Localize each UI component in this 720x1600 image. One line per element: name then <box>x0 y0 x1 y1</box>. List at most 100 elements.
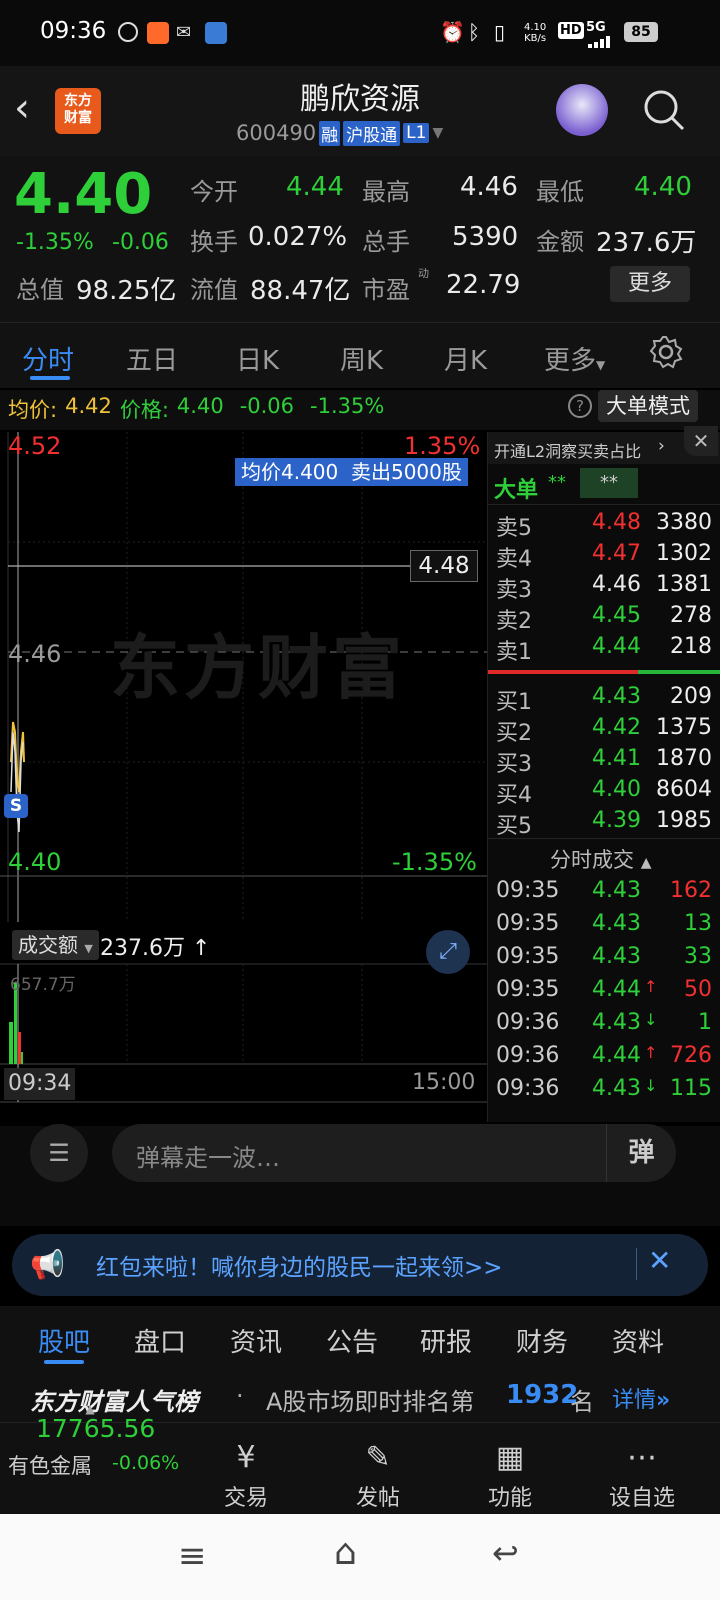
tab-more-label: 更多 <box>544 346 597 376</box>
change-pct: -1.35% <box>16 230 94 255</box>
tab-research[interactable]: 研报 <box>420 1322 472 1359</box>
add-watchlist-button[interactable]: ⋯ 设自选 <box>592 1440 692 1512</box>
index-value[interactable]: 17765.56 <box>36 1414 155 1443</box>
intraday-chart[interactable]: 东方财富 4.52 1.35% 均价4.400 卖出5000股 4.48 4.4… <box>0 432 487 922</box>
crosshair-tooltip: 均价4.400 卖出5000股 <box>235 458 468 486</box>
mid-price-label: 4.46 <box>8 640 62 668</box>
bid-row[interactable]: 买3 4.41 1870 <box>496 746 716 778</box>
danmu-settings-icon[interactable]: ☰ <box>30 1124 88 1182</box>
sell-marker[interactable]: S <box>4 794 28 818</box>
bid-row[interactable]: 买4 4.40 8604 <box>496 777 716 809</box>
trade-price: 4.43 <box>592 878 641 903</box>
dropdown-icon[interactable]: ▼ <box>432 125 443 141</box>
tab-news[interactable]: 资讯 <box>230 1322 282 1359</box>
home-icon[interactable]: ⌂ <box>334 1532 357 1573</box>
rank-number: 1932 <box>506 1380 579 1410</box>
trade-label: 交易 <box>223 1486 268 1511</box>
close-banner-icon[interactable]: ✕ <box>648 1244 671 1277</box>
tab-weekly-k[interactable]: 周K <box>340 340 383 377</box>
ask-row[interactable]: 卖4 4.47 1302 <box>496 541 716 573</box>
volume-selector[interactable]: 成交额 ▼ <box>12 930 99 960</box>
time-start: 09:34 <box>4 1068 76 1100</box>
red-packet-banner[interactable]: 📢 红包来啦！喊你身边的股民一起来领>> ✕ <box>12 1234 708 1296</box>
caret-down-icon: ▼ <box>84 942 93 955</box>
strip-change: -0.06 <box>239 394 295 418</box>
help-icon[interactable]: ? <box>568 394 592 418</box>
danmu-input[interactable]: 弹幕走一波… 弹 <box>112 1124 676 1182</box>
rank-detail-label: 详情 <box>612 1388 657 1413</box>
info-tab-indicator <box>44 1360 84 1364</box>
trade-direction: ↓ <box>644 1010 658 1029</box>
float-label: 流值 <box>190 276 238 304</box>
battery-icon: 85 <box>624 22 658 42</box>
close-promo-icon[interactable]: ✕ <box>684 426 718 456</box>
grid-icon: ▦ <box>495 1440 525 1475</box>
ask-row[interactable]: 卖2 4.45 278 <box>496 603 716 635</box>
big-order-mode-button[interactable]: 大单模式 <box>598 390 698 422</box>
ask-volume: 1302 <box>656 541 712 566</box>
stock-name: 鹏欣资源 <box>300 82 420 117</box>
bid-level: 买4 <box>496 783 532 808</box>
bid-price: 4.42 <box>592 715 641 740</box>
tab-pankou[interactable]: 盘口 <box>134 1322 186 1359</box>
system-navbar: ≡ ⌂ ↩ <box>0 1514 720 1600</box>
tab-guba[interactable]: 股吧 <box>38 1322 90 1359</box>
tab-profile[interactable]: 资料 <box>612 1322 664 1359</box>
tab-monthly-k[interactable]: 月K <box>444 340 487 377</box>
stock-code: 600490 <box>236 121 317 145</box>
trade-volume: 33 <box>684 944 712 969</box>
price-label: 价格: <box>119 398 169 422</box>
volume-value: 5390 <box>452 222 519 252</box>
divider <box>488 504 720 505</box>
tab-announcements[interactable]: 公告 <box>326 1322 378 1359</box>
tab-finance[interactable]: 财务 <box>516 1322 568 1359</box>
danmu-toggle-button[interactable]: 弹 <box>606 1124 676 1182</box>
strip-pct: -1.35% <box>310 394 385 418</box>
ask-row[interactable]: 卖3 4.46 1381 <box>496 572 716 604</box>
caret-down-icon: ▼ <box>596 358 606 372</box>
trades-header-label: 分时成交 <box>550 848 634 872</box>
bid-row[interactable]: 买2 4.42 1375 <box>496 715 716 747</box>
settings-gear-icon[interactable] <box>648 334 684 370</box>
trade-row: 09:36 4.43 ↓ 1 <box>496 1010 716 1042</box>
avg-value: 4.42 <box>65 394 112 418</box>
ask-row[interactable]: 卖1 4.44 218 <box>496 634 716 666</box>
tab-intraday[interactable]: 分时 <box>22 340 74 377</box>
big-order-value2: ** <box>580 468 638 498</box>
bid-volume: 209 <box>670 684 712 709</box>
robot-assistant-icon[interactable] <box>556 84 608 136</box>
bid-row[interactable]: 买5 4.39 1985 <box>496 808 716 840</box>
trade-row: 09:36 4.43 ↓ 115 <box>496 1076 716 1108</box>
post-button[interactable]: ✎ 发帖 <box>328 1440 428 1512</box>
back-nav-icon[interactable]: ↩ <box>492 1534 519 1572</box>
network-speed: 4.10 KB/s <box>524 22 547 44</box>
order-book: 开通L2洞察买卖占比 › ✕ 大单 ** ** 卖5 4.48 3380 卖4 4.47… <box>487 426 720 1122</box>
bid-price: 4.39 <box>592 808 641 833</box>
functions-button[interactable]: ▦ 功能 <box>460 1440 560 1512</box>
trade-row: 09:36 4.44 ↑ 726 <box>496 1043 716 1075</box>
menu-icon[interactable]: ≡ <box>178 1536 207 1576</box>
rank-detail-link[interactable]: 详情» <box>612 1382 670 1414</box>
search-icon[interactable] <box>642 88 686 132</box>
ask-level: 卖3 <box>496 578 532 603</box>
ask-level: 卖1 <box>496 640 532 665</box>
top-pct-label: 1.35% <box>404 432 481 460</box>
tab-daily-k[interactable]: 日K <box>236 340 279 377</box>
tab-more[interactable]: 更多▼ <box>544 340 605 377</box>
expand-icon[interactable]: ⤢ <box>426 930 470 974</box>
big-order-value1: ** <box>548 472 566 493</box>
trades-header[interactable]: 分时成交 ▲ <box>550 844 651 874</box>
trade-time: 09:36 <box>496 1043 560 1068</box>
avg-label: 均价: <box>8 398 58 422</box>
ask-row[interactable]: 卖5 4.48 3380 <box>496 510 716 542</box>
trade-button[interactable]: ¥ 交易 <box>196 1440 296 1512</box>
trade-time: 09:36 <box>496 1010 560 1035</box>
trade-price: 4.43 <box>592 1010 641 1035</box>
trade-volume: 162 <box>670 878 712 903</box>
volume-value: 237.6万 ↑ <box>100 930 210 962</box>
bid-row[interactable]: 买1 4.43 209 <box>496 684 716 716</box>
tab-five-day[interactable]: 五日 <box>126 340 178 377</box>
ask-price: 4.44 <box>592 634 641 659</box>
ask-price: 4.46 <box>592 572 641 597</box>
more-button[interactable]: 更多 <box>610 266 690 302</box>
